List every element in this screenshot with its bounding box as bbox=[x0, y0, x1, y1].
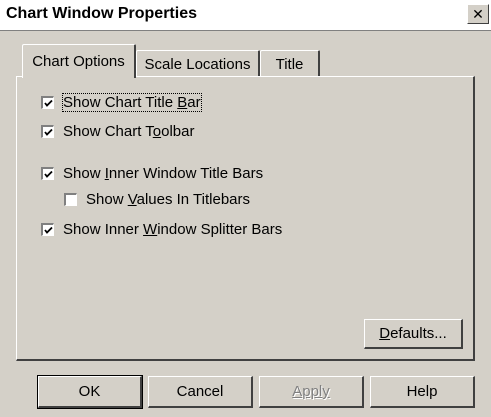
checkbox-show-chart-toolbar[interactable] bbox=[40, 123, 55, 139]
option-show-values-in-titlebars[interactable]: Show Values In Titlebars bbox=[63, 189, 251, 209]
option-label: Show Inner Window Title Bars bbox=[63, 164, 264, 182]
help-button-label: Help bbox=[406, 383, 438, 400]
chart-options-panel: Show Chart Title Bar Show Chart Toolbar … bbox=[16, 76, 475, 361]
ok-button[interactable]: OK bbox=[37, 375, 143, 409]
close-button[interactable]: ✕ bbox=[467, 4, 489, 24]
tab-title-label: Title bbox=[275, 56, 304, 73]
dialog-title: Chart Window Properties bbox=[6, 5, 197, 22]
option-label: Show Values In Titlebars bbox=[86, 190, 251, 208]
option-show-inner-window-title-bars[interactable]: Show Inner Window Title Bars bbox=[40, 163, 264, 183]
checkmark-icon bbox=[44, 128, 53, 136]
checkbox-show-values-in-titlebars[interactable] bbox=[63, 191, 78, 207]
tab-scale-locations[interactable]: Scale Locations bbox=[136, 50, 260, 78]
apply-button-label: Apply bbox=[292, 383, 330, 400]
defaults-button[interactable]: Defaults... bbox=[364, 319, 463, 349]
option-show-chart-title-bar[interactable]: Show Chart Title Bar bbox=[40, 92, 202, 112]
option-label: Show Inner Window Splitter Bars bbox=[63, 220, 283, 238]
apply-button[interactable]: Apply bbox=[259, 376, 364, 408]
title-bar[interactable]: Chart Window Properties ✕ bbox=[0, 0, 491, 31]
checkmark-icon bbox=[44, 170, 53, 178]
tab-chart-options-label: Chart Options bbox=[32, 53, 125, 70]
cancel-button[interactable]: Cancel bbox=[148, 376, 253, 408]
checkbox-show-chart-title-bar[interactable] bbox=[40, 94, 55, 110]
cancel-button-label: Cancel bbox=[176, 383, 224, 400]
ok-button-label: OK bbox=[78, 383, 101, 400]
tab-chart-options[interactable]: Chart Options bbox=[22, 44, 136, 78]
option-label: Show Chart Toolbar bbox=[63, 122, 195, 140]
tab-title[interactable]: Title bbox=[260, 50, 320, 78]
checkmark-icon bbox=[44, 99, 53, 107]
option-show-chart-toolbar[interactable]: Show Chart Toolbar bbox=[40, 121, 195, 141]
checkmark-icon bbox=[44, 226, 53, 234]
tab-scale-locations-label: Scale Locations bbox=[144, 56, 251, 73]
checkbox-show-inner-window-splitter-bars[interactable] bbox=[40, 221, 55, 237]
checkbox-show-inner-window-title-bars[interactable] bbox=[40, 165, 55, 181]
help-button[interactable]: Help bbox=[370, 376, 475, 408]
defaults-button-label: Defaults... bbox=[379, 325, 447, 342]
chart-window-properties-dialog: Chart Window Properties ✕ Chart Options … bbox=[0, 0, 491, 417]
option-label: Show Chart Title Bar bbox=[62, 92, 202, 112]
option-show-inner-window-splitter-bars[interactable]: Show Inner Window Splitter Bars bbox=[40, 219, 283, 239]
close-icon: ✕ bbox=[472, 6, 484, 22]
